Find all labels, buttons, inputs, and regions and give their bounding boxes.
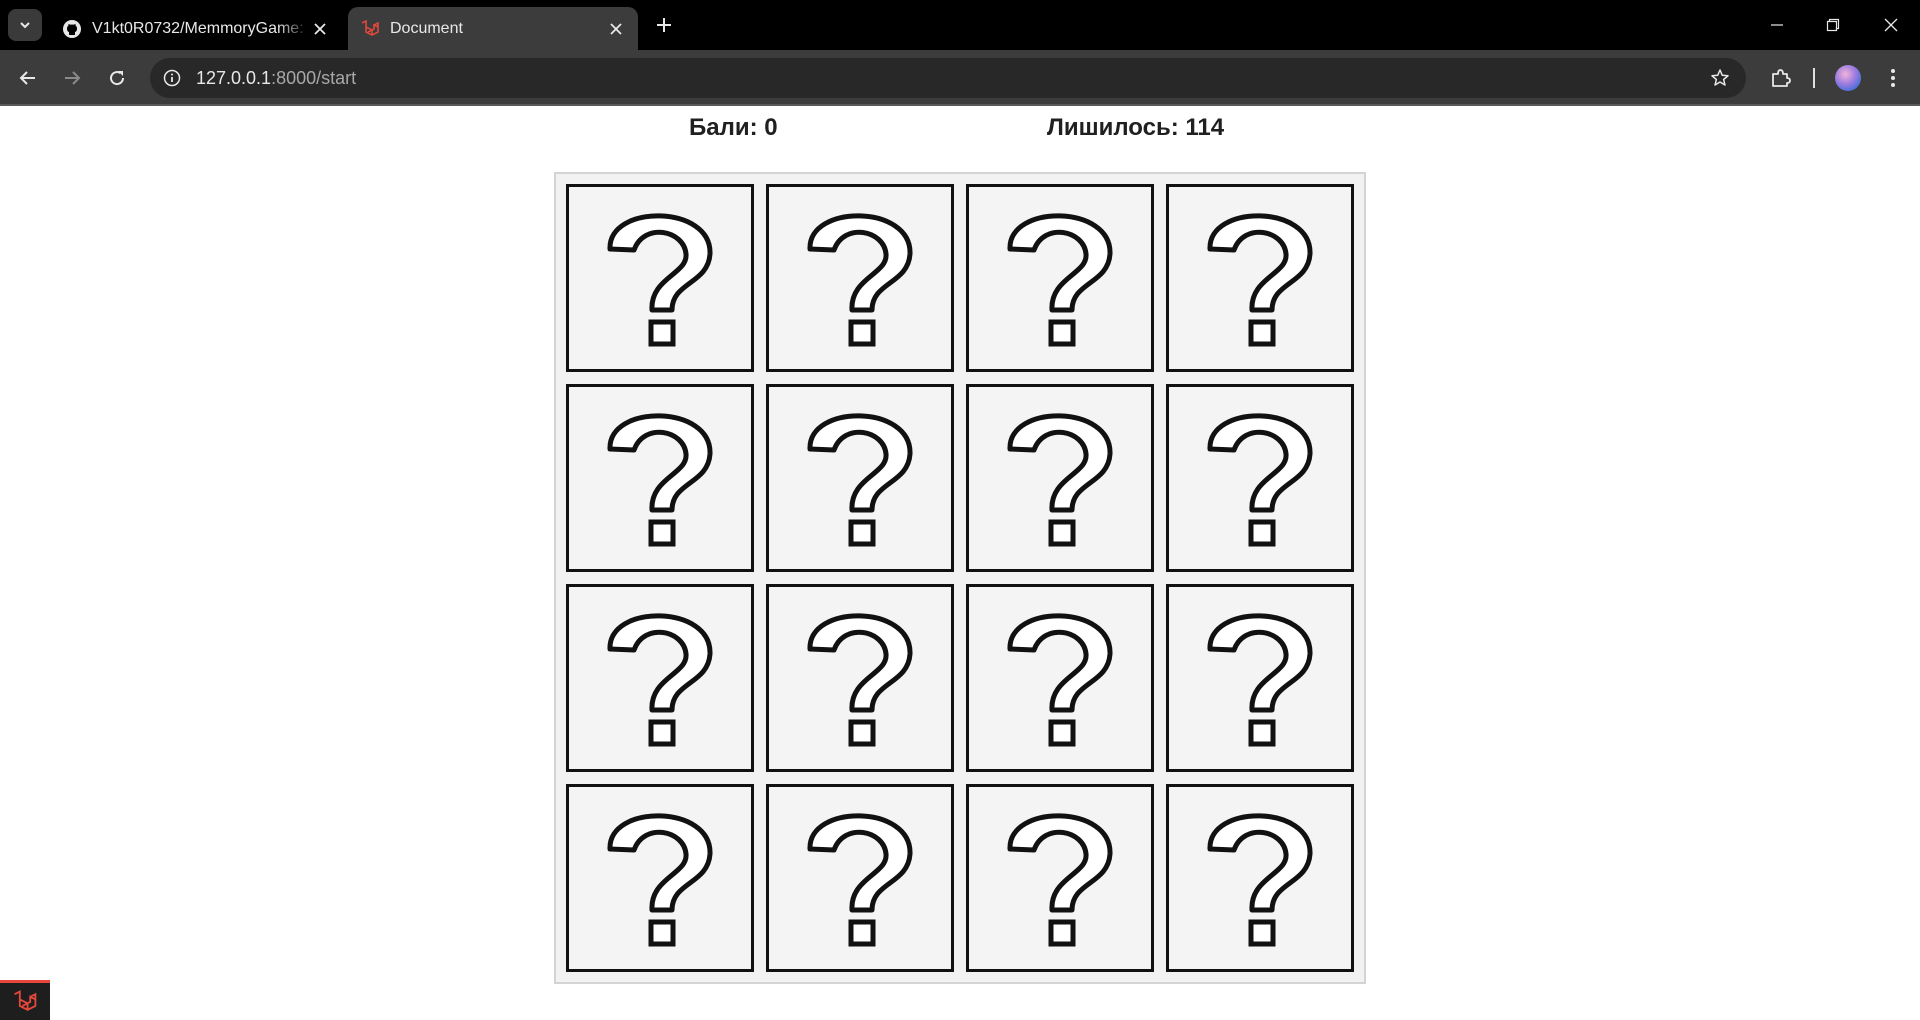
memory-card[interactable] [766, 784, 954, 972]
question-mark-icon [1007, 813, 1113, 947]
laravel-debug-badge[interactable] [0, 980, 50, 1020]
extensions-button[interactable] [1767, 64, 1795, 92]
question-mark-icon [1207, 613, 1313, 747]
laravel-icon [360, 19, 380, 39]
arrow-right-icon [65, 71, 81, 85]
minimize-window-button[interactable] [1762, 10, 1792, 40]
more-vertical-icon [1891, 69, 1895, 87]
close-window-button[interactable] [1876, 10, 1906, 40]
reload-button[interactable] [103, 64, 131, 92]
toolbar-divider [1813, 68, 1815, 88]
game-board [554, 172, 1366, 984]
bookmark-star-icon[interactable] [1708, 66, 1732, 90]
question-mark-icon [807, 813, 913, 947]
question-mark-icon [1207, 813, 1313, 947]
restore-window-button[interactable] [1818, 10, 1848, 40]
forward-button[interactable] [58, 64, 86, 92]
plus-icon [657, 18, 671, 32]
memory-card[interactable] [566, 584, 754, 772]
laravel-icon [14, 989, 37, 1011]
question-mark-icon [607, 613, 713, 747]
arrow-left-icon [19, 71, 35, 85]
question-mark-icon [607, 813, 713, 947]
question-mark-icon [1007, 413, 1113, 547]
memory-card[interactable] [966, 184, 1154, 372]
question-mark-icon [1007, 213, 1113, 347]
minimize-icon [1771, 24, 1783, 26]
tab-document[interactable]: Document [348, 7, 638, 50]
new-tab-button[interactable] [652, 13, 676, 37]
url-text: 127.0.0.1:8000/start [196, 68, 356, 89]
url-path: :8000/start [271, 68, 357, 88]
close-tab-icon[interactable] [606, 19, 626, 39]
memory-card[interactable] [566, 784, 754, 972]
tab-search-button[interactable] [8, 9, 42, 41]
address-bar[interactable]: 127.0.0.1:8000/start [150, 58, 1746, 98]
score-label: Бали: 0 [689, 114, 778, 141]
remaining-label: Лишилось: 114 [1047, 114, 1225, 141]
memory-card[interactable] [966, 384, 1154, 572]
question-mark-icon [807, 213, 913, 347]
tab-strip: V1kt0R0732/MemmoryGame: M Document [0, 0, 1920, 50]
github-icon [62, 19, 82, 39]
question-mark-icon [607, 213, 713, 347]
memory-card[interactable] [766, 584, 954, 772]
memory-card[interactable] [1166, 784, 1354, 972]
memory-card[interactable] [1166, 584, 1354, 772]
memory-card[interactable] [1166, 384, 1354, 572]
site-info-icon[interactable] [160, 66, 184, 90]
question-mark-icon [1207, 213, 1313, 347]
puzzle-icon [1772, 69, 1791, 87]
reload-icon [110, 71, 125, 86]
close-icon [1884, 18, 1898, 32]
browser-toolbar: 127.0.0.1:8000/start [0, 50, 1920, 106]
restore-icon [1826, 18, 1840, 32]
question-mark-icon [807, 413, 913, 547]
memory-card[interactable] [766, 384, 954, 572]
chevron-down-icon [20, 22, 30, 29]
memory-card[interactable] [566, 384, 754, 572]
browser-menu-button[interactable] [1879, 64, 1907, 92]
tab-title: Document [390, 19, 463, 37]
close-tab-icon[interactable] [310, 19, 330, 39]
memory-card[interactable] [1166, 184, 1354, 372]
memory-card[interactable] [966, 784, 1154, 972]
back-button[interactable] [14, 64, 42, 92]
tab-title: V1kt0R0732/MemmoryGame: M [92, 19, 310, 37]
url-host: 127.0.0.1 [196, 68, 272, 88]
memory-card[interactable] [566, 184, 754, 372]
tab-github[interactable]: V1kt0R0732/MemmoryGame: M [50, 7, 342, 50]
memory-card[interactable] [966, 584, 1154, 772]
question-mark-icon [807, 613, 913, 747]
question-mark-icon [607, 413, 713, 547]
question-mark-icon [1007, 613, 1113, 747]
memory-card[interactable] [766, 184, 954, 372]
question-mark-icon [1207, 413, 1313, 547]
profile-avatar[interactable] [1835, 65, 1861, 91]
